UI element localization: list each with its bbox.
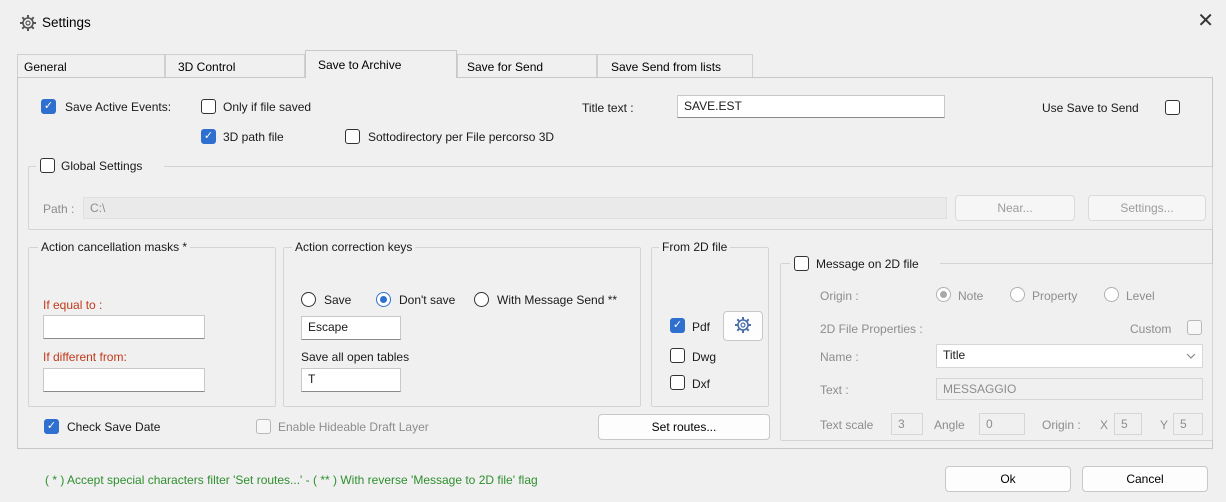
text-scale-input[interactable]: 3 xyxy=(891,413,923,435)
tab-save-to-archive[interactable]: Save to Archive xyxy=(305,50,457,78)
window-title: Settings xyxy=(42,15,91,30)
set-routes-button[interactable]: Set routes... xyxy=(598,414,770,440)
gear-icon xyxy=(735,317,751,333)
name-select[interactable]: Title xyxy=(936,344,1203,368)
with-message-send-radio[interactable] xyxy=(474,292,489,307)
title-bar: Settings ✕ xyxy=(0,0,1226,46)
dwg-label: Dwg xyxy=(692,350,717,364)
message-2d-header: Message on 2D file xyxy=(790,255,940,273)
save-active-events-checkbox[interactable]: ✓ xyxy=(41,99,56,114)
save-active-events-label: Save Active Events: xyxy=(65,100,172,114)
name-select-value: Title xyxy=(943,348,966,362)
x-label: X xyxy=(1100,418,1109,432)
pdf-settings-button[interactable] xyxy=(723,311,763,341)
level-label: Level xyxy=(1126,289,1155,303)
gear-icon xyxy=(20,15,36,31)
angle-label: Angle xyxy=(934,418,965,432)
dont-save-radio-label: Don't save xyxy=(399,293,456,307)
from-2d-file-title: From 2D file xyxy=(659,240,731,254)
custom-checkbox[interactable] xyxy=(1187,320,1202,335)
pdf-checkbox[interactable]: ✓ xyxy=(670,318,685,333)
footnote-text: ( * ) Accept special characters filter '… xyxy=(45,473,538,487)
title-text-label: Title text : xyxy=(582,101,634,115)
dxf-checkbox[interactable] xyxy=(670,375,685,390)
tab-save-send-from-lists[interactable]: Save Send from lists xyxy=(597,54,753,78)
save-all-open-tables-label: Save all open tables xyxy=(301,350,410,364)
3d-path-file-label: 3D path file xyxy=(223,130,284,144)
near-button[interactable]: Near... xyxy=(955,195,1075,221)
chevron-down-icon xyxy=(1186,353,1196,359)
settings-button[interactable]: Settings... xyxy=(1088,195,1206,221)
path-input[interactable]: C:\ xyxy=(83,197,947,219)
dwg-checkbox[interactable] xyxy=(670,348,685,363)
if-different-label: If different from: xyxy=(43,350,127,364)
3d-path-file-checkbox[interactable]: ✓ xyxy=(201,129,216,144)
check-save-date-checkbox[interactable]: ✓ xyxy=(44,419,59,434)
title-text-input[interactable]: SAVE.EST xyxy=(677,95,945,118)
dont-save-radio[interactable] xyxy=(376,292,391,307)
save-all-open-tables-input[interactable]: T xyxy=(301,368,401,392)
with-message-send-label: With Message Send ** xyxy=(497,293,618,307)
check-save-date-label: Check Save Date xyxy=(67,420,161,434)
text-label: Text : xyxy=(820,383,849,397)
save-radio[interactable] xyxy=(301,292,316,307)
origin-x-input[interactable]: 5 xyxy=(1114,413,1142,435)
use-save-to-send-label: Use Save to Send xyxy=(1042,101,1139,115)
tab-3d-control[interactable]: 3D Control xyxy=(165,54,305,78)
enable-hideable-label: Enable Hideable Draft Layer xyxy=(278,420,429,434)
sottodirectory-checkbox[interactable] xyxy=(345,129,360,144)
if-different-input[interactable] xyxy=(43,368,205,392)
angle-input[interactable]: 0 xyxy=(979,413,1025,435)
origin-y-input[interactable]: 5 xyxy=(1173,413,1203,435)
file-properties-label: 2D File Properties : xyxy=(820,322,923,336)
text-scale-label: Text scale xyxy=(820,418,874,432)
note-label: Note xyxy=(958,289,984,303)
message-2d-label: Message on 2D file xyxy=(816,257,919,271)
use-save-to-send-checkbox[interactable] xyxy=(1165,100,1180,115)
pdf-label: Pdf xyxy=(692,320,711,334)
y-label: Y xyxy=(1160,418,1169,432)
global-settings-header: Global Settings xyxy=(36,157,164,175)
enable-hideable-checkbox[interactable] xyxy=(256,419,271,434)
global-settings-checkbox[interactable] xyxy=(40,158,55,173)
tab-general[interactable]: General xyxy=(17,54,165,78)
ok-button[interactable]: Ok xyxy=(945,466,1071,492)
note-radio[interactable] xyxy=(936,287,951,302)
property-label: Property xyxy=(1032,289,1078,303)
global-settings-label: Global Settings xyxy=(61,159,143,173)
path-label: Path : xyxy=(43,202,75,216)
custom-label: Custom xyxy=(1130,322,1172,336)
only-if-file-saved-checkbox[interactable] xyxy=(201,99,216,114)
cancellation-masks-title: Action cancellation masks * xyxy=(38,240,191,254)
save-radio-label: Save xyxy=(324,293,352,307)
property-radio[interactable] xyxy=(1010,287,1025,302)
close-icon[interactable]: ✕ xyxy=(1197,11,1214,31)
only-if-file-saved-label: Only if file saved xyxy=(223,100,312,114)
correction-keys-title: Action correction keys xyxy=(292,240,416,254)
origin-label: Origin : xyxy=(820,289,859,303)
level-radio[interactable] xyxy=(1104,287,1119,302)
text-input[interactable]: MESSAGGIO xyxy=(936,378,1203,400)
dxf-label: Dxf xyxy=(692,377,710,391)
message-2d-checkbox[interactable] xyxy=(794,256,809,271)
cancel-button[interactable]: Cancel xyxy=(1082,466,1208,492)
if-equal-input[interactable] xyxy=(43,315,205,339)
name-label: Name : xyxy=(820,350,859,364)
origin-xy-label: Origin : xyxy=(1042,418,1081,432)
correction-key-input[interactable]: Escape xyxy=(301,316,401,340)
sottodirectory-label: Sottodirectory per File percorso 3D xyxy=(368,130,555,144)
if-equal-label: If equal to : xyxy=(43,298,103,312)
tab-save-for-send[interactable]: Save for Send xyxy=(457,54,597,78)
